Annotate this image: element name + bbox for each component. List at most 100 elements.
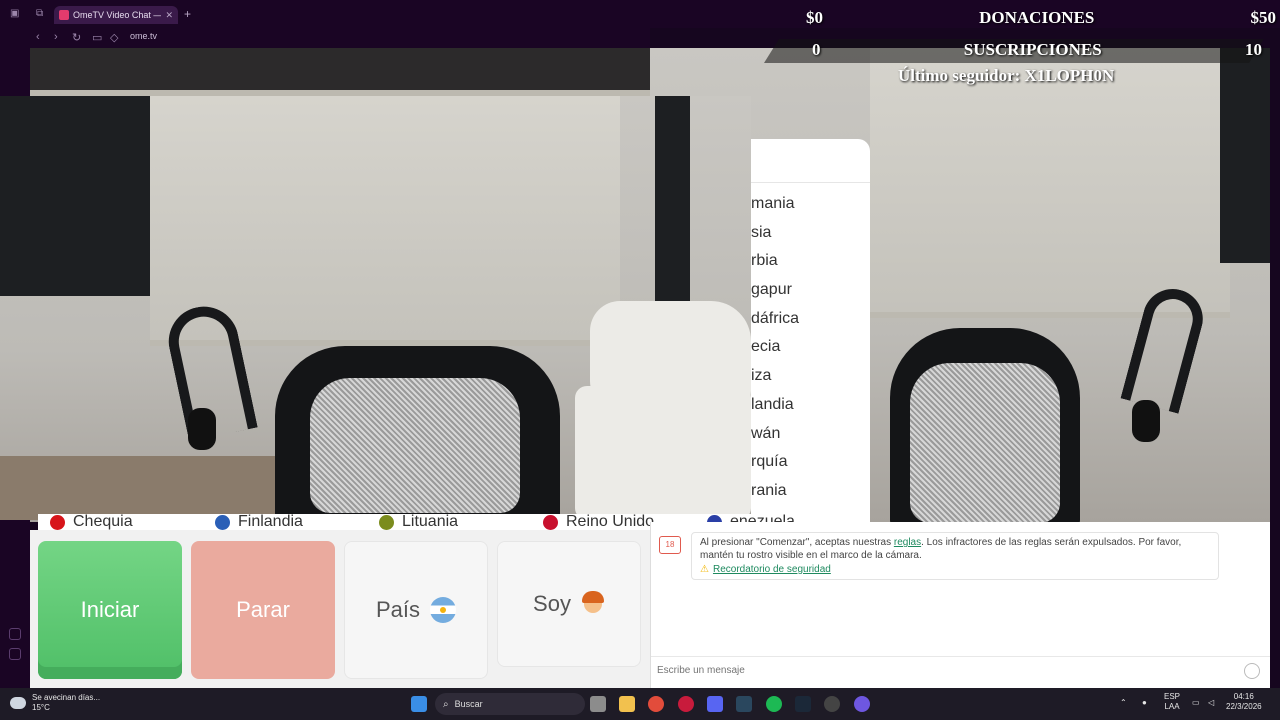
message-input[interactable] [657, 665, 1217, 676]
close-tab-icon[interactable]: ✕ [165, 10, 173, 21]
monitor-right [1220, 48, 1270, 263]
forward-icon[interactable]: › [54, 31, 58, 43]
country-label: Lituania [402, 514, 459, 530]
search-label: Buscar [454, 699, 483, 709]
country-option[interactable]: rquía [751, 453, 870, 482]
taskbar-search[interactable]: ⌕ Buscar [435, 693, 585, 715]
tab-actions-icon[interactable]: ⧉ [36, 8, 43, 19]
windows-start-icon[interactable] [411, 696, 427, 712]
country-option[interactable]: rania [751, 482, 870, 511]
obs-icon[interactable] [824, 696, 840, 712]
windows-taskbar: Se avecinan días... 15°C ⌕ Buscar ⌃ ● ES… [0, 688, 1280, 720]
file-explorer-icon[interactable] [619, 696, 635, 712]
country-option[interactable]: ecia [751, 338, 870, 367]
country-option[interactable]: gapur [751, 281, 870, 310]
microphone-icon[interactable]: ● [1142, 698, 1147, 708]
country-label: Chequia [73, 514, 133, 530]
address-bar: ‹ › ↻ ▭ ◇ ome.tv [30, 28, 650, 48]
window-blind-left [150, 96, 620, 346]
chat-panel: 18 Al presionar "Comenzar", aceptas nues… [650, 522, 1270, 688]
sidebar-settings-icon[interactable] [9, 628, 21, 640]
weather-temp: 15°C [32, 703, 50, 712]
tracking-icon[interactable]: ◇ [110, 31, 118, 44]
tray-overflow-icon[interactable]: ⌃ [1120, 698, 1127, 708]
window-blind-right [870, 48, 1230, 318]
country-option[interactable]: Finlandia [215, 514, 303, 531]
weather-title: Se avecinan días... [32, 693, 101, 702]
donations-label: DONACIONES [979, 8, 1095, 27]
argentina-flag-icon [430, 597, 457, 623]
desk [0, 456, 280, 520]
spotify-icon[interactable] [766, 696, 782, 712]
language-indicator[interactable]: ESP LAA [1164, 692, 1180, 712]
country-label: Finlandia [238, 514, 303, 530]
stop-label: Parar [236, 597, 290, 622]
country-select-button[interactable]: País [344, 541, 488, 679]
country-option[interactable]: wán [751, 425, 870, 454]
flag-icon [50, 514, 65, 530]
country-dropdown: mania sia rbia gapur dáfrica ecia iza la… [751, 139, 870, 522]
lang-bottom: LAA [1164, 702, 1180, 711]
clock-date: 22/3/2026 [1226, 702, 1262, 711]
monitor-left [0, 96, 150, 296]
stream-stats-overlay: $0 DONACIONES $50 0 SUSCRIPCIONES 10 [780, 6, 1276, 62]
country-list: mania sia rbia gapur dáfrica ecia iza la… [751, 183, 870, 511]
task-view-icon[interactable] [590, 696, 606, 712]
reload-icon[interactable]: ↻ [72, 31, 81, 44]
clock[interactable]: 04:16 22/3/2026 [1226, 692, 1262, 712]
steam-alt-icon[interactable] [795, 696, 811, 712]
country-option[interactable]: Reino Unido [543, 514, 654, 531]
notice-text-prefix: Al presionar "Comenzar", aceptas nuestra… [700, 537, 894, 548]
country-option[interactable]: Lituania [379, 514, 458, 531]
safety-reminder-link[interactable]: Recordatorio de seguridad [713, 563, 831, 576]
country-option[interactable]: dáfrica [751, 310, 870, 339]
steam-icon[interactable] [736, 696, 752, 712]
url-field[interactable]: ome.tv [130, 31, 157, 41]
workspace-icon[interactable]: ▣ [10, 8, 19, 19]
rules-calendar-icon: 18 [659, 536, 681, 554]
chair-mesh-left [310, 378, 520, 513]
start-button[interactable]: Iniciar [38, 541, 182, 679]
emoji-icon[interactable] [1244, 663, 1260, 679]
donations-goal: $50 [1250, 8, 1277, 27]
country-option[interactable]: iza [751, 367, 870, 396]
chrome-icon[interactable] [648, 696, 664, 712]
volume-icon[interactable]: ◁ [1208, 698, 1214, 708]
network-icon[interactable]: ▭ [1192, 698, 1200, 708]
back-icon[interactable]: ‹ [36, 31, 40, 43]
warning-icon: ⚠ [700, 564, 709, 575]
clock-time: 04:16 [1233, 692, 1254, 701]
country-option[interactable]: sia [751, 224, 870, 253]
discord-icon[interactable] [707, 696, 723, 712]
latest-follower: Último seguidor: X1LOPH0N [898, 66, 1115, 85]
subs-goal: 10 [1245, 40, 1262, 59]
country-label: País [375, 597, 421, 622]
country-option[interactable]: Chequia [50, 514, 133, 531]
donations-row: $0 DONACIONES $50 [806, 8, 1276, 28]
door-frame [655, 96, 690, 306]
tab-title: OmeTV Video Chat — [73, 10, 162, 20]
bed [575, 386, 751, 520]
sidebar-more-icon[interactable] [9, 648, 21, 660]
camera-icon[interactable]: ▭ [92, 31, 102, 44]
gender-select-button[interactable]: Soy [497, 541, 641, 667]
stranger-video [0, 96, 751, 520]
headset-cup-left [188, 408, 216, 450]
app-icon[interactable] [854, 696, 870, 712]
country-option[interactable]: landia [751, 396, 870, 425]
rules-link[interactable]: reglas [894, 537, 921, 548]
start-label: Iniciar [80, 597, 140, 622]
headset-cup-right [1132, 400, 1160, 442]
country-option[interactable]: rbia [751, 252, 870, 281]
subs-current: 0 [812, 40, 821, 59]
dropdown-header [751, 139, 870, 183]
opera-icon[interactable] [678, 696, 694, 712]
lang-top: ESP [1164, 692, 1181, 701]
male-avatar-icon [581, 591, 605, 617]
stop-button[interactable]: Parar [191, 541, 335, 679]
country-option[interactable]: mania [751, 195, 870, 224]
subs-row: 0 SUSCRIPCIONES 10 [812, 40, 1262, 60]
new-tab-icon[interactable]: + [184, 7, 191, 21]
tab-ometv[interactable]: OmeTV Video Chat — ✕ [54, 6, 178, 24]
weather-widget[interactable]: Se avecinan días... 15°C [10, 693, 100, 713]
